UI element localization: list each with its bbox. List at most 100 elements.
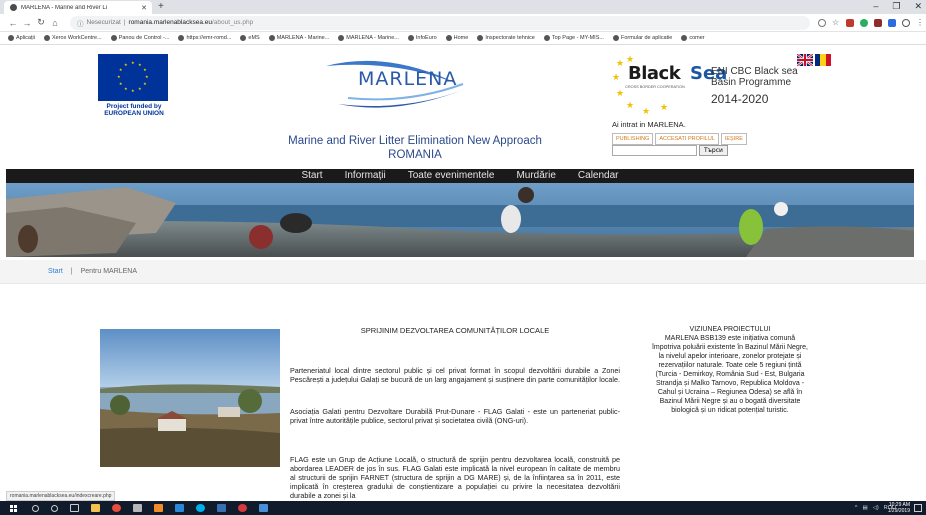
svg-text:★: ★ bbox=[626, 101, 634, 111]
eu-star-icon: ★ bbox=[124, 61, 128, 67]
url-path: /about_us.php bbox=[212, 19, 254, 26]
marlena-logo-text: MARLENA bbox=[358, 68, 458, 90]
volume-icon[interactable]: ◁) bbox=[873, 505, 879, 511]
eu-star-icon: ★ bbox=[118, 67, 123, 72]
star-icon[interactable]: ☆ bbox=[832, 18, 840, 27]
bookmark-label: Top Page - MY-MIS... bbox=[551, 35, 604, 41]
bookmark-item[interactable]: Xerox WorkCentre... bbox=[43, 35, 102, 41]
profile-icon[interactable] bbox=[902, 18, 910, 27]
app-icon[interactable] bbox=[259, 504, 268, 512]
zoom-icon[interactable] bbox=[818, 18, 826, 27]
eu-text-line2: EUROPEAN UNION bbox=[104, 110, 164, 117]
profile-button[interactable]: ACCESATI PROFILUL bbox=[655, 133, 719, 145]
menu-icon[interactable]: ⋮ bbox=[916, 18, 924, 27]
eu-star-icon: ★ bbox=[117, 74, 121, 79]
search-button[interactable]: Търси bbox=[699, 145, 728, 156]
chevron-up-icon[interactable]: ^ bbox=[855, 505, 858, 511]
back-icon[interactable]: ← bbox=[6, 18, 20, 28]
bookmark-icon bbox=[268, 35, 275, 41]
browser-tab[interactable]: MARLENA - Marine and River Li ✕ bbox=[4, 1, 152, 14]
new-tab-button[interactable]: + bbox=[158, 1, 164, 13]
bookmark-item[interactable]: Inspectorate tehnice bbox=[477, 35, 535, 41]
main-navigation: Start Informații Toate evenimentele Murdări… bbox=[6, 169, 914, 183]
bookmark-item[interactable]: Home bbox=[445, 35, 469, 41]
bookmark-item[interactable]: Aplicații bbox=[8, 35, 35, 41]
clock[interactable]: 10:29 AM 1/29/2019 bbox=[888, 502, 910, 514]
black-sea-subtitle: CROSS BORDER COOPERATION bbox=[625, 85, 685, 89]
svg-text:★: ★ bbox=[616, 59, 624, 69]
paragraph-flag: FLAG este un Grup de Acțiune Locală, o s… bbox=[290, 455, 620, 500]
site-title-line2: ROMANIA bbox=[388, 149, 442, 161]
task-view-icon[interactable] bbox=[70, 504, 79, 512]
extension-icon[interactable] bbox=[860, 18, 868, 27]
publishing-button[interactable]: PUBLISHING bbox=[612, 133, 654, 145]
bookmark-icon bbox=[477, 35, 484, 41]
programme-line1: ENI CBC Black sea bbox=[711, 66, 798, 77]
search-icon[interactable] bbox=[32, 504, 39, 512]
notification-icon[interactable] bbox=[914, 504, 922, 512]
eu-star-icon: ★ bbox=[138, 86, 142, 92]
bookmark-item[interactable]: MARLENA - Marine... bbox=[268, 35, 329, 41]
window-controls: – ❐ ✕ bbox=[873, 1, 922, 12]
nav-item[interactable]: Informații bbox=[345, 169, 386, 183]
app-icon[interactable] bbox=[175, 504, 184, 512]
bookmark-label: Xerox WorkCentre... bbox=[51, 35, 102, 41]
bookmark-label: MARLENA - Marine... bbox=[346, 35, 399, 41]
app-icon[interactable] bbox=[217, 504, 226, 512]
bookmark-label: eMS bbox=[248, 35, 260, 41]
url-field[interactable]: ⓘ Nesecurizat | romania.marlenablacksea.… bbox=[70, 15, 810, 30]
network-icon[interactable]: ▤ bbox=[863, 505, 868, 511]
eu-text-line1: Project funded by bbox=[106, 103, 162, 110]
start-button[interactable] bbox=[0, 501, 26, 515]
opera-icon[interactable] bbox=[238, 504, 247, 512]
breadcrumb-start-link[interactable]: Start bbox=[48, 268, 63, 275]
romania-flag-icon[interactable] bbox=[815, 54, 831, 66]
logout-button[interactable]: IEȘIRE bbox=[720, 133, 747, 145]
skype-icon[interactable] bbox=[196, 504, 205, 512]
app-icon[interactable] bbox=[154, 504, 163, 512]
maximize-icon[interactable]: ❐ bbox=[892, 1, 900, 12]
home-icon[interactable]: ⌂ bbox=[48, 18, 62, 28]
uk-flag-icon[interactable] bbox=[797, 54, 813, 66]
bookmark-label: Home bbox=[453, 35, 469, 41]
bookmark-item[interactable]: Panou de Control -... bbox=[110, 35, 169, 41]
bookmark-item[interactable]: Top Page - MY-MIS... bbox=[543, 35, 604, 41]
bookmark-item[interactable]: MARLENA - Marine... bbox=[338, 35, 399, 41]
info-icon[interactable]: ⓘ bbox=[77, 18, 84, 28]
bookmark-item[interactable]: comer bbox=[681, 35, 705, 41]
bookmark-item[interactable]: InfoEuro bbox=[407, 35, 437, 41]
reload-icon[interactable]: ↻ bbox=[34, 17, 48, 28]
bookmark-label: comer bbox=[689, 35, 705, 41]
nav-item[interactable]: Toate evenimentele bbox=[408, 169, 495, 183]
bookmark-icon bbox=[445, 35, 452, 41]
search-input[interactable] bbox=[612, 145, 697, 156]
bookmark-item[interactable]: eMS bbox=[240, 35, 260, 41]
link-status-bar: romania.marlenablacksea.eu/indexcreare.p… bbox=[6, 491, 116, 501]
bookmark-icon bbox=[43, 35, 50, 41]
app-icon[interactable] bbox=[133, 504, 142, 512]
cortana-icon[interactable] bbox=[51, 504, 58, 512]
bookmark-item[interactable]: Formular de aplicatie bbox=[612, 35, 672, 41]
forward-icon[interactable]: → bbox=[20, 18, 34, 28]
nav-item[interactable]: Murdărie bbox=[516, 169, 555, 183]
file-explorer-icon[interactable] bbox=[91, 504, 100, 512]
nav-item[interactable]: Calendar bbox=[578, 169, 619, 183]
bookmark-item[interactable]: https://emr-romd... bbox=[178, 35, 231, 41]
eu-flag-logo: ★ ★ ★ ★ ★ ★ ★ ★ ★ ★ ★ ★ bbox=[98, 54, 168, 101]
search-form: Търси bbox=[612, 145, 728, 156]
extension-icon[interactable] bbox=[846, 18, 854, 27]
nav-item[interactable]: Start bbox=[301, 169, 322, 183]
close-window-icon[interactable]: ✕ bbox=[914, 1, 922, 12]
bookmark-label: Inspectorate tehnice bbox=[485, 35, 535, 41]
chrome-icon[interactable] bbox=[112, 504, 121, 512]
bookmark-label: https://emr-romd... bbox=[186, 35, 232, 41]
bookmark-icon bbox=[110, 35, 117, 41]
close-icon[interactable]: ✕ bbox=[141, 4, 147, 12]
extension-icon[interactable] bbox=[888, 18, 896, 27]
project-vision: VIZIUNEA PROIECTULUI MARLENA BSB139 este… bbox=[650, 325, 810, 415]
eu-funding-text: Project funded by EUROPEAN UNION bbox=[84, 103, 184, 117]
site-title-line1: Marine and River Litter Elimination New … bbox=[288, 135, 542, 147]
eu-star-icon: ★ bbox=[131, 60, 135, 65]
minimize-icon[interactable]: – bbox=[873, 1, 878, 12]
extension-icon[interactable] bbox=[874, 18, 882, 27]
